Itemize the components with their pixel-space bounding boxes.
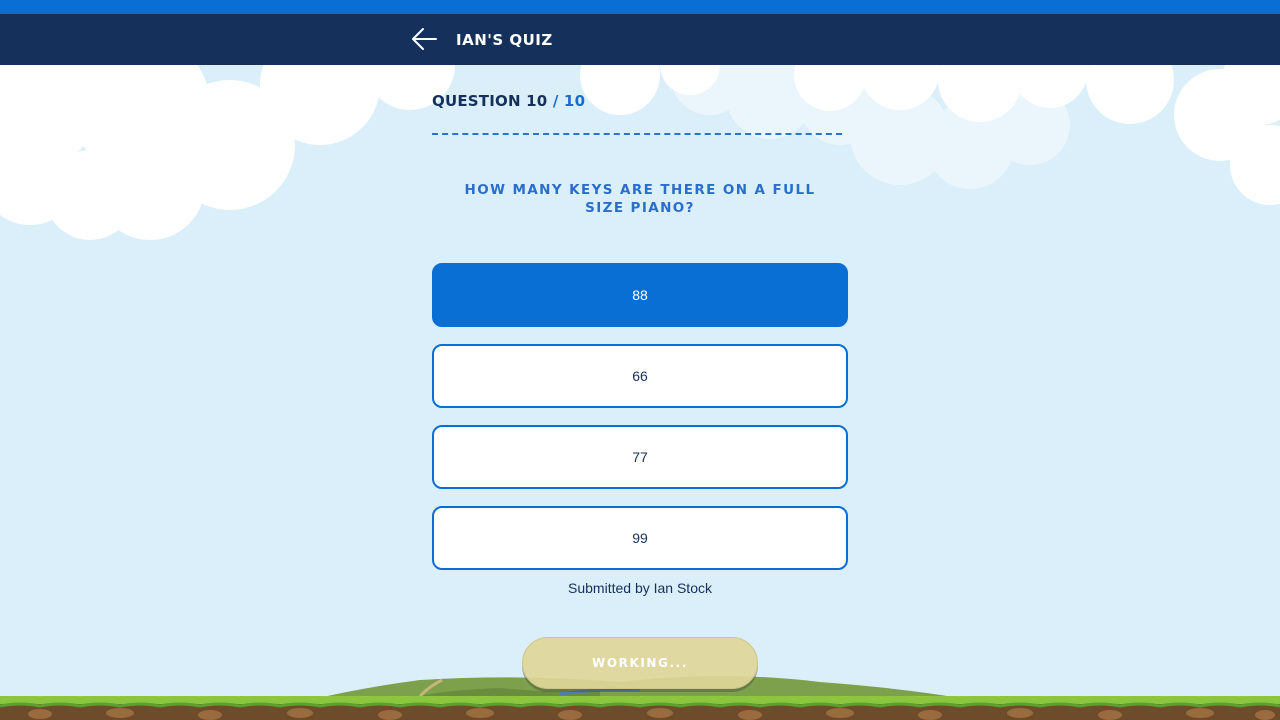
back-arrow-icon[interactable]	[410, 26, 438, 52]
answer-option-77[interactable]: 77	[432, 425, 848, 489]
working-button[interactable]: Working...	[522, 637, 758, 689]
question-counter: Question 10 / 10	[432, 92, 585, 110]
answer-option-99[interactable]: 99	[432, 506, 848, 570]
answer-option-66[interactable]: 66	[432, 344, 848, 408]
question-number: Question 10	[432, 92, 548, 110]
cloud-backdrop	[0, 65, 1280, 240]
answer-option-88[interactable]: 88	[432, 263, 848, 327]
question-text: How many keys are there on a full size p…	[464, 182, 816, 216]
page-title: Ian's Quiz	[456, 31, 553, 49]
top-accent-stripe	[0, 0, 1280, 14]
header-bar: Ian's Quiz	[0, 14, 1280, 65]
question-total: / 10	[547, 92, 586, 110]
progress-divider	[432, 133, 842, 135]
submitted-by-text: Submitted by Ian Stock	[568, 580, 712, 596]
